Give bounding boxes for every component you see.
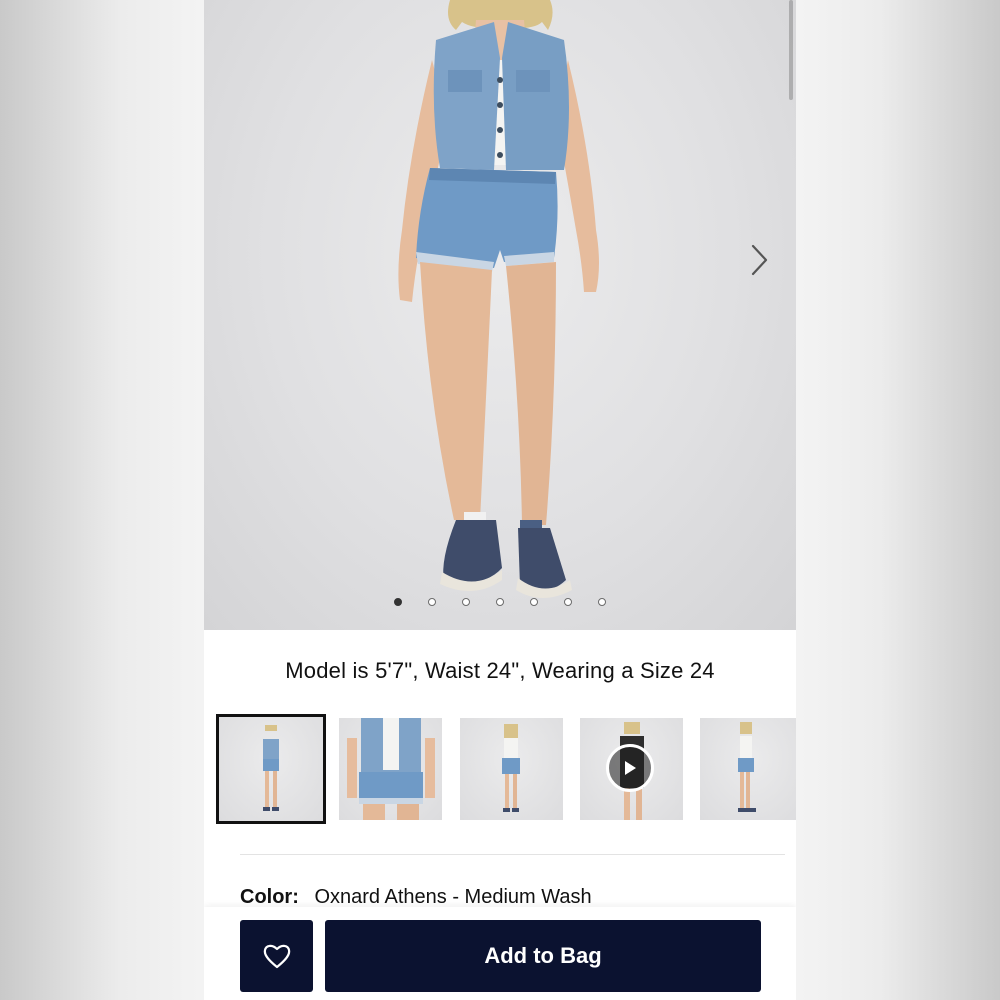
- product-main-image: [398, 0, 599, 598]
- scrollbar[interactable]: [789, 0, 793, 100]
- thumbnail-detail[interactable]: [339, 718, 442, 820]
- color-label: Color:: [240, 886, 299, 908]
- carousel-pagination: [204, 598, 796, 614]
- carousel-dot[interactable]: [598, 598, 606, 606]
- thumbnail-strip: [216, 714, 796, 824]
- color-selection: Color: Oxnard Athens - Medium Wash: [240, 886, 592, 909]
- video-play-button[interactable]: [606, 744, 654, 792]
- carousel-dot[interactable]: [530, 598, 538, 606]
- carousel-dot[interactable]: [564, 598, 572, 606]
- carousel-dot[interactable]: [462, 598, 470, 606]
- carousel-dot[interactable]: [394, 598, 402, 606]
- thumbnail-side[interactable]: [700, 718, 796, 820]
- wishlist-button[interactable]: [240, 920, 313, 992]
- color-value: Oxnard Athens - Medium Wash: [314, 886, 592, 908]
- bottom-action-bar: Add to Bag: [204, 907, 796, 1000]
- product-page: Model is 5'7", Waist 24", Wearing a Size…: [204, 0, 796, 1000]
- divider: [240, 854, 785, 855]
- chevron-right-icon: [751, 244, 768, 276]
- carousel-dot[interactable]: [496, 598, 504, 606]
- product-image-carousel[interactable]: [204, 0, 796, 630]
- carousel-dot[interactable]: [428, 598, 436, 606]
- thumbnail-back[interactable]: [460, 718, 563, 820]
- thumbnail-video[interactable]: [580, 718, 683, 820]
- model-size-info: Model is 5'7", Waist 24", Wearing a Size…: [285, 658, 715, 683]
- play-icon: [625, 761, 636, 775]
- add-to-bag-button[interactable]: Add to Bag: [325, 920, 761, 992]
- next-image-button[interactable]: [744, 240, 776, 280]
- heart-icon: [263, 944, 290, 969]
- thumbnail-front[interactable]: [216, 714, 326, 824]
